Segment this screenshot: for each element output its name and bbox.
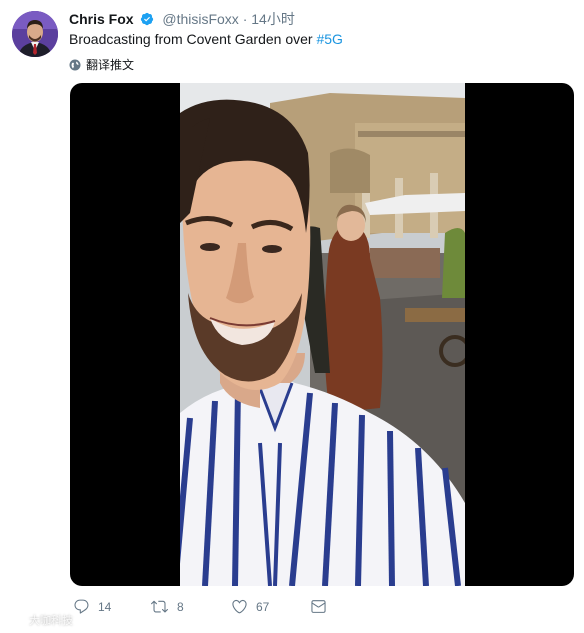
tweet-header: Chris Fox @thisisFoxx · 14小时 xyxy=(69,9,295,29)
author-name[interactable]: Chris Fox xyxy=(69,11,134,27)
separator-dot: · xyxy=(242,11,248,27)
translate-tweet-link[interactable]: 翻译推文 xyxy=(69,56,134,73)
reply-icon xyxy=(73,598,90,615)
author-handle[interactable]: @thisisFoxx xyxy=(162,11,238,27)
envelope-icon xyxy=(310,598,327,615)
watermark: 大咖科技 xyxy=(6,612,73,628)
retweet-count: 8 xyxy=(177,599,184,614)
tweet-actions: 14 8 67 xyxy=(0,598,584,624)
like-count: 67 xyxy=(256,599,270,614)
direct-message-button[interactable] xyxy=(310,598,327,615)
avatar[interactable] xyxy=(12,11,58,57)
globe-icon xyxy=(69,59,81,71)
tweet-card: Chris Fox @thisisFoxx · 14小时 Broadcastin… xyxy=(0,0,584,633)
video-frame[interactable] xyxy=(172,83,471,586)
timestamp[interactable]: 14小时 xyxy=(251,11,295,27)
reply-button[interactable]: 14 xyxy=(73,598,111,615)
heart-icon xyxy=(231,598,248,615)
video-player[interactable] xyxy=(70,83,574,586)
tweet-body: Broadcasting from Covent Garden over xyxy=(69,31,317,47)
tweet-text: Broadcasting from Covent Garden over #5G xyxy=(69,31,343,47)
like-button[interactable]: 67 xyxy=(231,598,269,615)
reply-count: 14 xyxy=(98,599,112,614)
translate-label: 翻译推文 xyxy=(86,58,135,72)
retweet-icon xyxy=(150,598,169,615)
hashtag-link[interactable]: #5G xyxy=(316,31,342,47)
watermark-text: 大咖科技 xyxy=(29,615,73,627)
retweet-button[interactable]: 8 xyxy=(150,598,184,615)
verified-badge-icon xyxy=(140,12,154,29)
weibo-icon xyxy=(6,612,26,628)
